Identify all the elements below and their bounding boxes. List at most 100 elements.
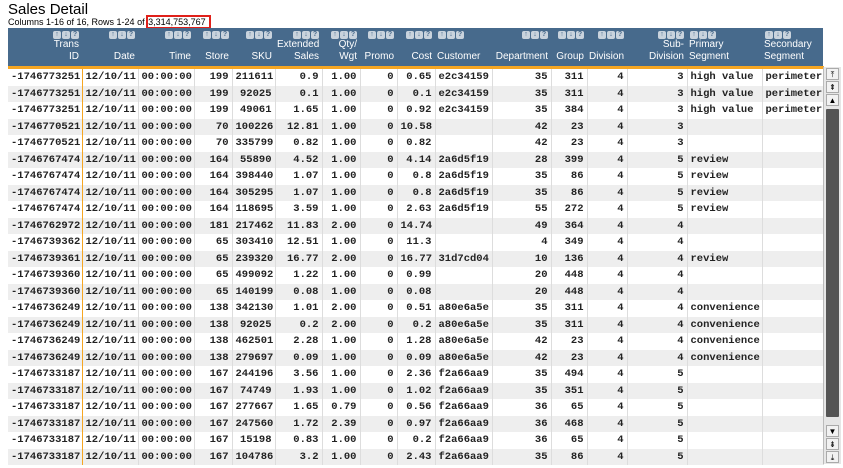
sort-ascending-icon[interactable]: ↑ — [598, 31, 606, 39]
table-row[interactable]: -1746733187 12/10/11 00:00:00 167 244196 3.56… — [8, 366, 824, 383]
sort-descending-icon[interactable]: ↓ — [607, 31, 615, 39]
column-header-secondary-segment[interactable]: ↑ ↓? Secondary Segment — [762, 28, 823, 69]
sort-descending-icon[interactable]: ↓ — [62, 31, 70, 39]
column-header-date[interactable]: ↑ ↓? Date — [82, 28, 138, 69]
help-icon[interactable]: ? — [540, 31, 548, 39]
help-icon[interactable]: ? — [708, 31, 716, 39]
table-row[interactable]: -1746762972 12/10/11 00:00:00 181 217462 11.8… — [8, 217, 824, 234]
sort-descending-icon[interactable]: ↓ — [447, 31, 455, 39]
help-icon[interactable]: ? — [127, 31, 135, 39]
table-row[interactable]: -1746739362 12/10/11 00:00:00 65 303410 12.51… — [8, 234, 824, 251]
help-icon[interactable]: ? — [386, 31, 394, 39]
help-icon[interactable]: ? — [183, 31, 191, 39]
sort-ascending-icon[interactable]: ↑ — [165, 31, 173, 39]
table-row[interactable]: -1746773251 12/10/11 00:00:00 199 211611 0.9 1… — [8, 67, 824, 86]
vertical-scrollbar[interactable]: ⤒ ⇞ ▲ ▼ ⇟ ⤓ — [823, 67, 841, 464]
help-icon[interactable]: ? — [71, 31, 79, 39]
column-header-trans-id[interactable]: ↑ ↓? Trans ID — [8, 28, 82, 69]
help-icon[interactable]: ? — [349, 31, 357, 39]
scroll-page-up-button[interactable]: ⇞ — [826, 81, 839, 93]
sort-ascending-icon[interactable]: ↑ — [558, 31, 566, 39]
scroll-up-button[interactable]: ▲ — [826, 94, 839, 106]
column-header-customer[interactable]: ↑ ↓? Customer — [435, 28, 492, 69]
sort-ascending-icon[interactable]: ↑ — [406, 31, 414, 39]
sort-descending-icon[interactable]: ↓ — [567, 31, 575, 39]
column-header-group[interactable]: ↑ ↓? Group — [551, 28, 587, 69]
sort-descending-icon[interactable]: ↓ — [255, 31, 263, 39]
table-row[interactable]: -1746770521 12/10/11 00:00:00 70 100226 12.81… — [8, 118, 824, 135]
sort-descending-icon[interactable]: ↓ — [531, 31, 539, 39]
scroll-top-button[interactable]: ⤒ — [826, 68, 839, 80]
sort-descending-icon[interactable]: ↓ — [302, 31, 310, 39]
help-icon[interactable]: ? — [456, 31, 464, 39]
sort-descending-icon[interactable]: ↓ — [118, 31, 126, 39]
scroll-page-down-button[interactable]: ⇟ — [826, 438, 839, 450]
cell-sub-division: 4 — [627, 333, 688, 350]
help-icon[interactable]: ? — [676, 31, 684, 39]
table-row[interactable]: -1746773251 12/10/11 00:00:00 199 49061 1.65 1… — [8, 102, 824, 119]
table-row[interactable]: -1746767474 12/10/11 00:00:00 164 55890 4.52 1… — [8, 151, 824, 168]
table-row[interactable]: -1746767474 12/10/11 00:00:00 164 398440 1.07… — [8, 168, 824, 185]
table-row[interactable]: -1746739360 12/10/11 00:00:00 65 499092 1.22 1… — [8, 267, 824, 284]
help-icon[interactable]: ? — [311, 31, 319, 39]
cell-sku: 211611 — [232, 67, 276, 86]
sort-ascending-icon[interactable]: ↑ — [331, 31, 339, 39]
scroll-down-button[interactable]: ▼ — [826, 425, 839, 437]
table-row[interactable]: -1746733187 12/10/11 00:00:00 167 15198 0.83 1… — [8, 432, 824, 449]
help-icon[interactable]: ? — [424, 31, 432, 39]
table-row[interactable]: -1746739361 12/10/11 00:00:00 65 239320 16.77… — [8, 250, 824, 267]
column-header-division[interactable]: ↑ ↓? Division — [587, 28, 627, 69]
sort-descending-icon[interactable]: ↓ — [774, 31, 782, 39]
table-row[interactable]: -1746739360 12/10/11 00:00:00 65 140199 0.08 1… — [8, 283, 824, 300]
sort-descending-icon[interactable]: ↓ — [699, 31, 707, 39]
sort-descending-icon[interactable]: ↓ — [212, 31, 220, 39]
sort-ascending-icon[interactable]: ↑ — [368, 31, 376, 39]
sort-ascending-icon[interactable]: ↑ — [765, 31, 773, 39]
sort-descending-icon[interactable]: ↓ — [667, 31, 675, 39]
sort-ascending-icon[interactable]: ↑ — [109, 31, 117, 39]
table-row[interactable]: -1746767474 12/10/11 00:00:00 164 305295 1.07… — [8, 184, 824, 201]
sort-descending-icon[interactable]: ↓ — [377, 31, 385, 39]
table-row[interactable]: -1746733187 12/10/11 00:00:00 167 277667 1.65… — [8, 399, 824, 416]
help-icon[interactable]: ? — [264, 31, 272, 39]
table-row[interactable]: -1746736249 12/10/11 00:00:00 138 92025 0.2 2.… — [8, 316, 824, 333]
table-row[interactable]: -1746736249 12/10/11 00:00:00 138 462501 2.28… — [8, 333, 824, 350]
scrollbar-thumb[interactable] — [826, 109, 839, 417]
table-row[interactable]: -1746767474 12/10/11 00:00:00 164 118695 3.59… — [8, 201, 824, 218]
help-icon[interactable]: ? — [783, 31, 791, 39]
cell-secondary-segment — [762, 184, 824, 201]
scroll-bottom-button[interactable]: ⤓ — [826, 451, 839, 463]
sort-ascending-icon[interactable]: ↑ — [438, 31, 446, 39]
column-header-sub-division[interactable]: ↑ ↓? Sub-Division — [627, 28, 687, 69]
column-header-promo[interactable]: ↑ ↓? Promo — [360, 28, 397, 69]
table-row[interactable]: -1746736249 12/10/11 00:00:00 138 279697 0.09… — [8, 349, 824, 366]
sort-descending-icon[interactable]: ↓ — [174, 31, 182, 39]
column-header-cost[interactable]: ↑ ↓? Cost — [397, 28, 435, 69]
column-header-department[interactable]: ↑ ↓? Department — [492, 28, 551, 69]
table-row[interactable]: -1746773251 12/10/11 00:00:00 199 92025 0.1 1.… — [8, 85, 824, 102]
sort-ascending-icon[interactable]: ↑ — [690, 31, 698, 39]
table-row[interactable]: -1746770521 12/10/11 00:00:00 70 335799 0.82 1… — [8, 135, 824, 152]
help-icon[interactable]: ? — [576, 31, 584, 39]
sort-ascending-icon[interactable]: ↑ — [293, 31, 301, 39]
table-row[interactable]: -1746733187 12/10/11 00:00:00 167 247560 1.72… — [8, 415, 824, 432]
column-header-store[interactable]: ↑ ↓? Store — [194, 28, 232, 69]
column-header-qty-wgt[interactable]: ↑ ↓? Qty/Wgt — [322, 28, 360, 69]
cell-customer — [435, 234, 493, 251]
table-row[interactable]: -1746736249 12/10/11 00:00:00 138 342130 1.01… — [8, 300, 824, 317]
sort-ascending-icon[interactable]: ↑ — [203, 31, 211, 39]
sort-descending-icon[interactable]: ↓ — [415, 31, 423, 39]
sort-ascending-icon[interactable]: ↑ — [53, 31, 61, 39]
sort-ascending-icon[interactable]: ↑ — [246, 31, 254, 39]
sort-descending-icon[interactable]: ↓ — [340, 31, 348, 39]
help-icon[interactable]: ? — [616, 31, 624, 39]
column-header-primary-segment[interactable]: ↑ ↓? Primary Segment — [687, 28, 762, 69]
sort-ascending-icon[interactable]: ↑ — [658, 31, 666, 39]
table-row[interactable]: -1746733187 12/10/11 00:00:00 167 104786 3.2 1… — [8, 448, 824, 465]
column-header-sku[interactable]: ↑ ↓? SKU — [232, 28, 275, 69]
table-row[interactable]: -1746733187 12/10/11 00:00:00 167 74749 1.93 1… — [8, 382, 824, 399]
column-header-time[interactable]: ↑ ↓? Time — [138, 28, 194, 69]
column-header-extended-sales[interactable]: ↑ ↓? Extended Sales — [275, 28, 322, 69]
sort-ascending-icon[interactable]: ↑ — [522, 31, 530, 39]
help-icon[interactable]: ? — [221, 31, 229, 39]
